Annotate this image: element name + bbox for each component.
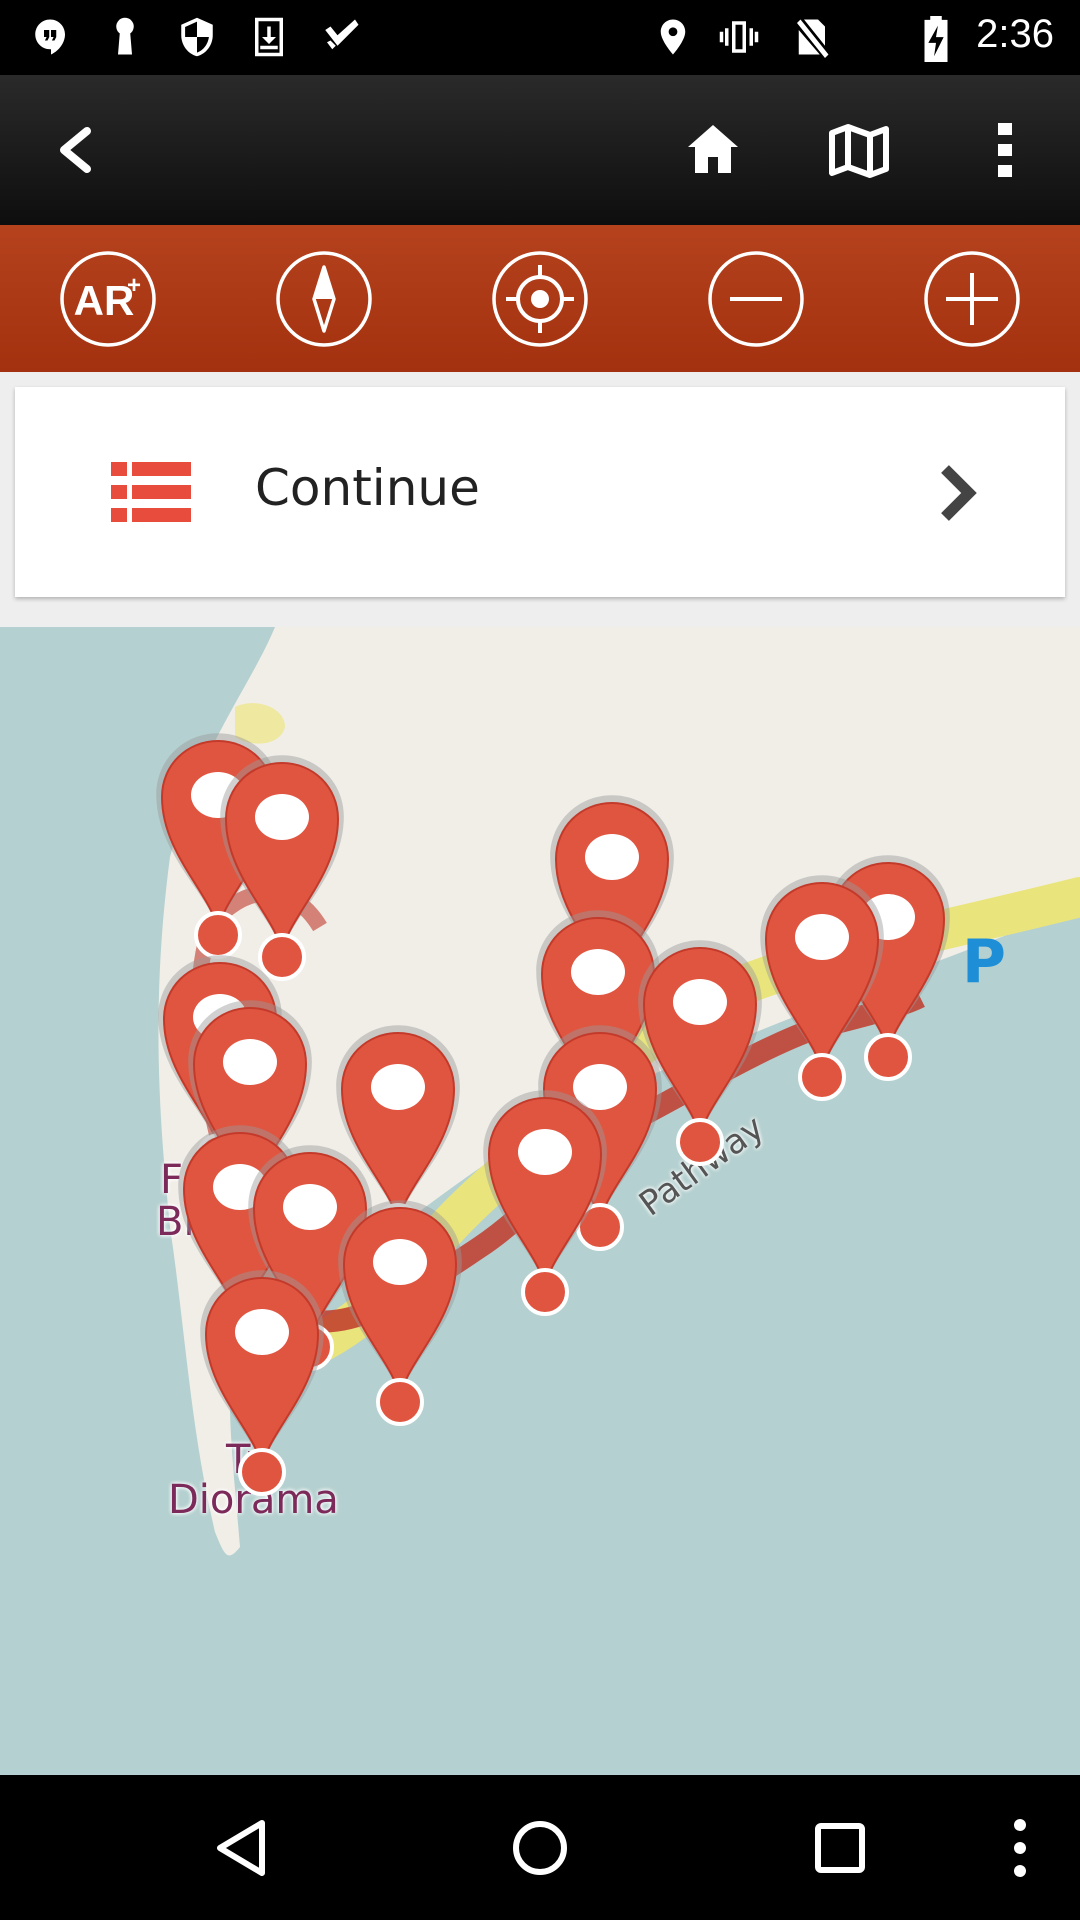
- download-icon: [255, 17, 283, 57]
- chevron-right-icon: [941, 465, 977, 521]
- nav-home-button[interactable]: [505, 1813, 575, 1883]
- home-circle-icon: [513, 1821, 567, 1875]
- nav-overflow-button[interactable]: [985, 1813, 1055, 1883]
- back-triangle-icon: [217, 1820, 265, 1876]
- map-icon: [829, 124, 889, 178]
- shield-icon: [181, 17, 213, 57]
- ar-button[interactable]: AR +: [58, 249, 158, 349]
- svg-text:+: +: [127, 272, 141, 299]
- plus-icon: [924, 251, 1020, 347]
- overflow-menu-button[interactable]: [960, 105, 1050, 195]
- nav-recents-button[interactable]: [805, 1813, 875, 1883]
- recents-square-icon: [815, 1823, 865, 1873]
- zoom-out-button[interactable]: [706, 249, 806, 349]
- compass-button[interactable]: [274, 249, 374, 349]
- status-bar: 2:36: [0, 0, 1080, 75]
- map-pin[interactable]: [752, 867, 892, 1107]
- map-view[interactable]: Pathway P Fo Bl Tr Diorama: [0, 627, 1080, 1775]
- compass-icon: [276, 251, 372, 347]
- ar-plus-icon: AR +: [60, 251, 156, 347]
- nav-back-button[interactable]: [206, 1813, 276, 1883]
- map-toolbar: AR +: [0, 225, 1080, 372]
- vibrate-icon: [719, 21, 759, 53]
- no-sim-icon: [797, 19, 829, 58]
- battery-charging-icon: [924, 16, 948, 62]
- list-icon: [111, 462, 191, 522]
- continue-button[interactable]: Continue: [15, 387, 1065, 597]
- continue-label: Continue: [255, 459, 480, 517]
- hangouts-icon: [35, 19, 65, 55]
- home-icon: [688, 125, 738, 173]
- target-icon: [492, 251, 588, 347]
- overflow-icon: [1014, 1819, 1026, 1877]
- locate-button[interactable]: [490, 249, 590, 349]
- back-arrow-icon: [60, 127, 91, 173]
- navigation-bar: [0, 1775, 1080, 1920]
- minus-icon: [708, 251, 804, 347]
- location-icon: [660, 19, 686, 55]
- status-time: 2:36: [976, 12, 1054, 56]
- svg-text:AR: AR: [74, 277, 135, 324]
- keyhole-icon: [116, 17, 134, 55]
- map-button[interactable]: [814, 105, 904, 195]
- home-button[interactable]: [668, 105, 758, 195]
- more-vert-icon: [998, 123, 1012, 177]
- map-pin[interactable]: [475, 1082, 615, 1322]
- back-button[interactable]: [30, 105, 120, 195]
- check-icon: [325, 19, 359, 50]
- app-bar: [0, 75, 1080, 225]
- map-pin[interactable]: [330, 1192, 470, 1432]
- map-pin[interactable]: [192, 1262, 332, 1502]
- map-label-parking: P: [962, 927, 1006, 997]
- zoom-in-button[interactable]: [922, 249, 1022, 349]
